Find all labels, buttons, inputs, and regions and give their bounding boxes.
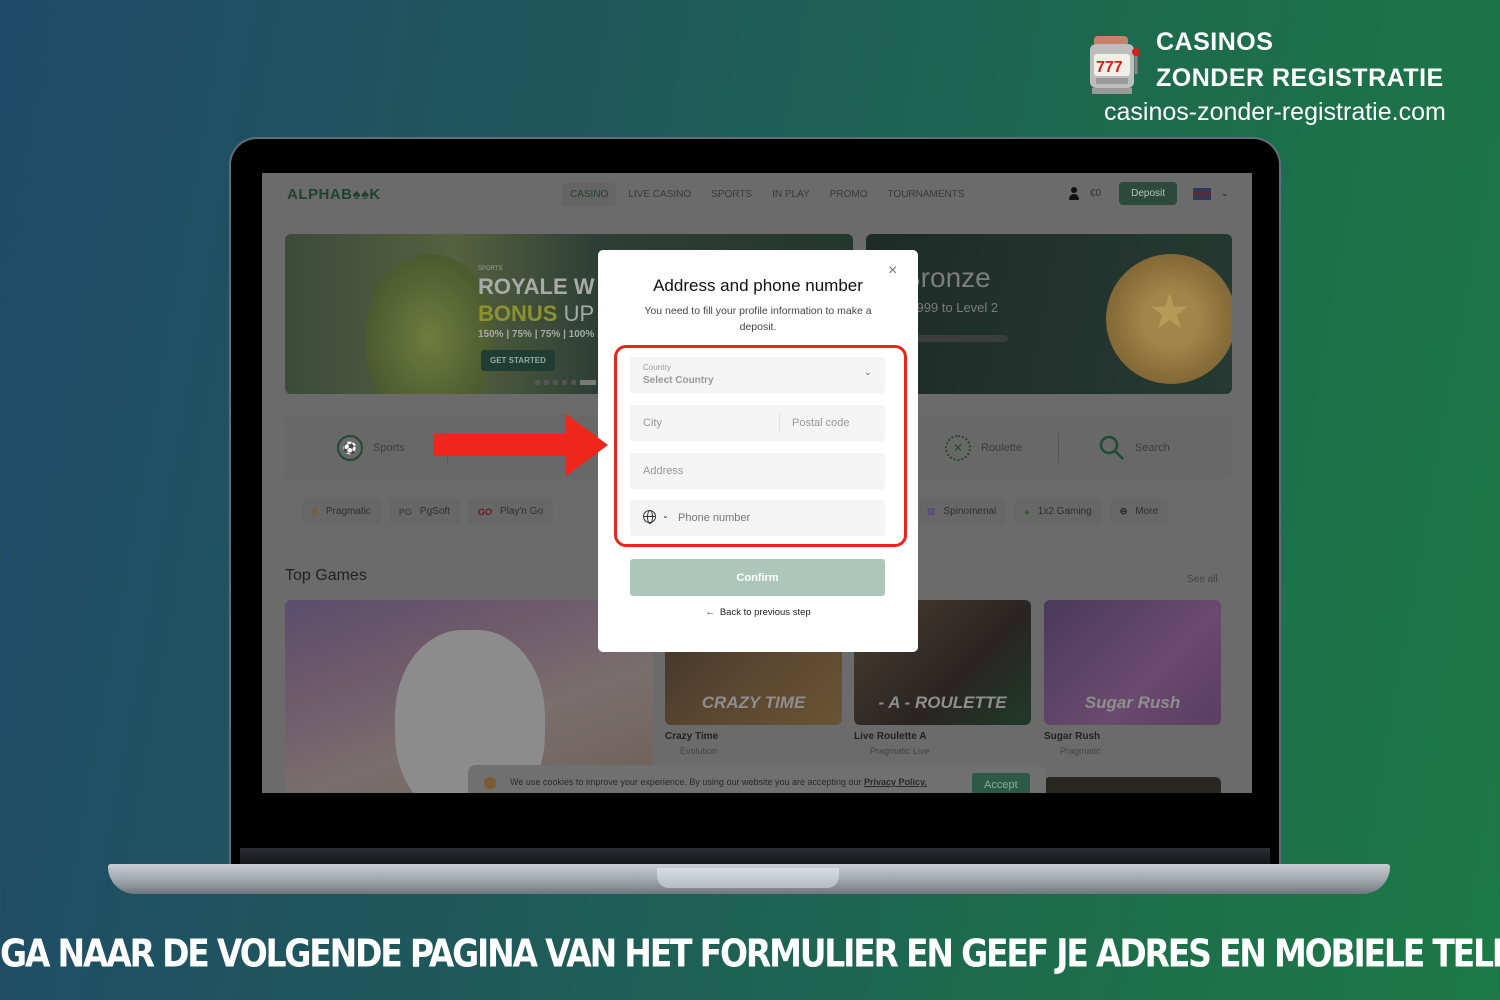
category-roulette[interactable]: ✕ Roulette	[945, 435, 1022, 461]
site-branding: 777 CASINOS ZONDER REGISTRATIE casinos-z…	[1088, 28, 1478, 130]
laptop-notch	[657, 868, 839, 888]
provider-1x2gaming[interactable]: ● 1x2 Gaming	[1014, 499, 1102, 524]
carousel-dot[interactable]	[562, 380, 567, 385]
cookie-message: We use cookies to improve your experienc…	[510, 777, 865, 787]
star-coin-icon	[1106, 254, 1232, 384]
providers-right: ▤ Spinomenal ● 1x2 Gaming ⊖ More	[917, 499, 1169, 524]
cookie-text: We use cookies to improve your experienc…	[510, 777, 927, 787]
brand-line-1: CASINOS	[1156, 28, 1274, 56]
nav-promo[interactable]: PROMO	[822, 183, 876, 206]
provider-pgsoft[interactable]: PG PgSoft	[388, 499, 460, 524]
game-provider: Evolution	[680, 746, 718, 756]
carousel-dot[interactable]	[571, 380, 576, 385]
pragmatic-icon: ტ	[312, 506, 318, 516]
deposit-button[interactable]: Deposit	[1119, 182, 1178, 205]
provider-more[interactable]: ⊖ More	[1109, 499, 1169, 524]
game-card-sugar-rush[interactable]: Sugar Rush	[1044, 600, 1221, 725]
back-label: Back to previous step	[719, 607, 811, 618]
game-art-text: - A - ROULETTE	[878, 693, 1007, 712]
game-card-next-row[interactable]	[1044, 777, 1221, 793]
provider-label: Spinomenal	[943, 506, 997, 517]
provider-label: Play'n Go	[499, 506, 544, 517]
1x2-icon: ●	[1024, 506, 1030, 517]
category-search[interactable]: Search	[1099, 435, 1170, 461]
game-name[interactable]: Crazy Time	[665, 731, 718, 742]
game-provider: Pragmatic	[1060, 746, 1101, 756]
red-arrow-icon	[433, 414, 608, 476]
top-games-title: Top Games	[285, 567, 367, 584]
get-started-button[interactable]: GET STARTED	[481, 350, 555, 371]
promo-percentages: 150% | 75% | 75% | 100%	[478, 329, 595, 340]
red-highlight-box	[614, 345, 907, 547]
provider-label: 1x2 Gaming	[1037, 506, 1092, 517]
user-icon[interactable]	[1068, 186, 1080, 201]
promo-title: ROYALE W	[478, 274, 595, 299]
category-label: Search	[1135, 442, 1170, 454]
cookie-banner: We use cookies to improve your experienc…	[468, 765, 1046, 793]
game-name[interactable]: Live Roulette A	[854, 731, 926, 742]
site-logo[interactable]: ALPHAB♠♠K	[287, 186, 381, 203]
soccer-ball-icon: ⚽	[337, 435, 363, 461]
modal-subtitle: You need to fill your profile informatio…	[644, 305, 872, 333]
promo-tag: SPORTS	[478, 266, 503, 272]
see-all-link[interactable]: See all	[1187, 574, 1218, 585]
brand-line-2: ZONDER REGISTRATIE	[1156, 64, 1444, 92]
brand-url: casinos-zonder-registratie.com	[1104, 98, 1446, 126]
spinomenal-icon: ▤	[927, 506, 936, 516]
instruction-caption: GA NAAR DE VOLGENDE PAGINA VAN HET FORMU…	[0, 931, 1500, 976]
search-icon	[1099, 435, 1124, 460]
provider-label: More	[1135, 506, 1159, 517]
roulette-icon: ✕	[945, 435, 971, 461]
promo-bonus-rest: UP	[557, 301, 595, 326]
back-to-previous-step-link[interactable]: ← Back to previous step	[598, 607, 918, 618]
svg-text:777: 777	[1096, 59, 1123, 76]
game-art-text: CRAZY TIME	[701, 693, 806, 712]
carousel-dot[interactable]	[535, 380, 540, 385]
site-header: ALPHAB♠♠K CASINO LIVE CASINO SPORTS IN P…	[262, 173, 1252, 215]
goalkeeper-image	[365, 254, 495, 394]
game-art-text: Sugar Rush	[1084, 693, 1181, 712]
slot-machine-icon: 777	[1090, 36, 1140, 94]
accept-cookies-button[interactable]: Accept	[972, 773, 1030, 793]
modal-title: Address and phone number	[653, 276, 863, 295]
provider-playngo[interactable]: GO Play'n Go	[467, 499, 554, 524]
providers-left: ტ Pragmatic PG PgSoft GO Play'n Go	[302, 499, 554, 524]
nav-in-play[interactable]: IN PLAY	[764, 183, 818, 206]
promo-bonus-word: BONUS	[478, 301, 558, 326]
privacy-policy-link[interactable]: Privacy Policy.	[864, 777, 927, 787]
pg-icon: PG	[398, 506, 412, 517]
carousel-dot[interactable]	[553, 380, 558, 385]
nav-live-casino[interactable]: LIVE CASINO	[620, 183, 699, 206]
uk-flag-icon[interactable]	[1193, 187, 1212, 200]
arrow-left-icon: ←	[705, 607, 715, 618]
balance: €0	[1090, 188, 1102, 199]
carousel-dot[interactable]	[544, 380, 549, 385]
nav-sports[interactable]: SPORTS	[703, 183, 760, 206]
provider-spinomenal[interactable]: ▤ Spinomenal	[917, 499, 1007, 524]
header-account: €0 Deposit ⌄	[1068, 182, 1229, 205]
provider-label: Pragmatic	[325, 506, 371, 517]
cookie-icon	[484, 777, 496, 789]
level-banner: Bronze 49999 to Level 2	[866, 234, 1232, 394]
category-label: Roulette	[981, 442, 1022, 454]
main-nav: CASINO LIVE CASINO SPORTS IN PLAY PROMO …	[562, 183, 973, 206]
category-label: Sports	[373, 442, 405, 454]
game-provider: Pragmatic Live	[870, 746, 930, 756]
promo-bonus: BONUS UP	[478, 301, 594, 327]
go-icon: GO	[477, 506, 492, 517]
provider-pragmatic[interactable]: ტ Pragmatic	[302, 499, 381, 524]
category-sports[interactable]: ⚽ Sports	[337, 435, 405, 461]
chevron-down-icon[interactable]: ⌄	[1221, 188, 1229, 199]
game-name[interactable]: Sugar Rush	[1044, 731, 1100, 742]
carousel-dot-active[interactable]	[580, 380, 596, 385]
nav-casino[interactable]: CASINO	[562, 183, 617, 206]
confirm-button[interactable]: Confirm	[630, 559, 885, 596]
provider-label: PgSoft	[419, 506, 450, 517]
more-icon: ⊖	[1119, 506, 1128, 516]
carousel-dots	[535, 380, 605, 385]
divider	[1058, 433, 1059, 463]
nav-tournaments[interactable]: TOURNAMENTS	[879, 183, 972, 206]
